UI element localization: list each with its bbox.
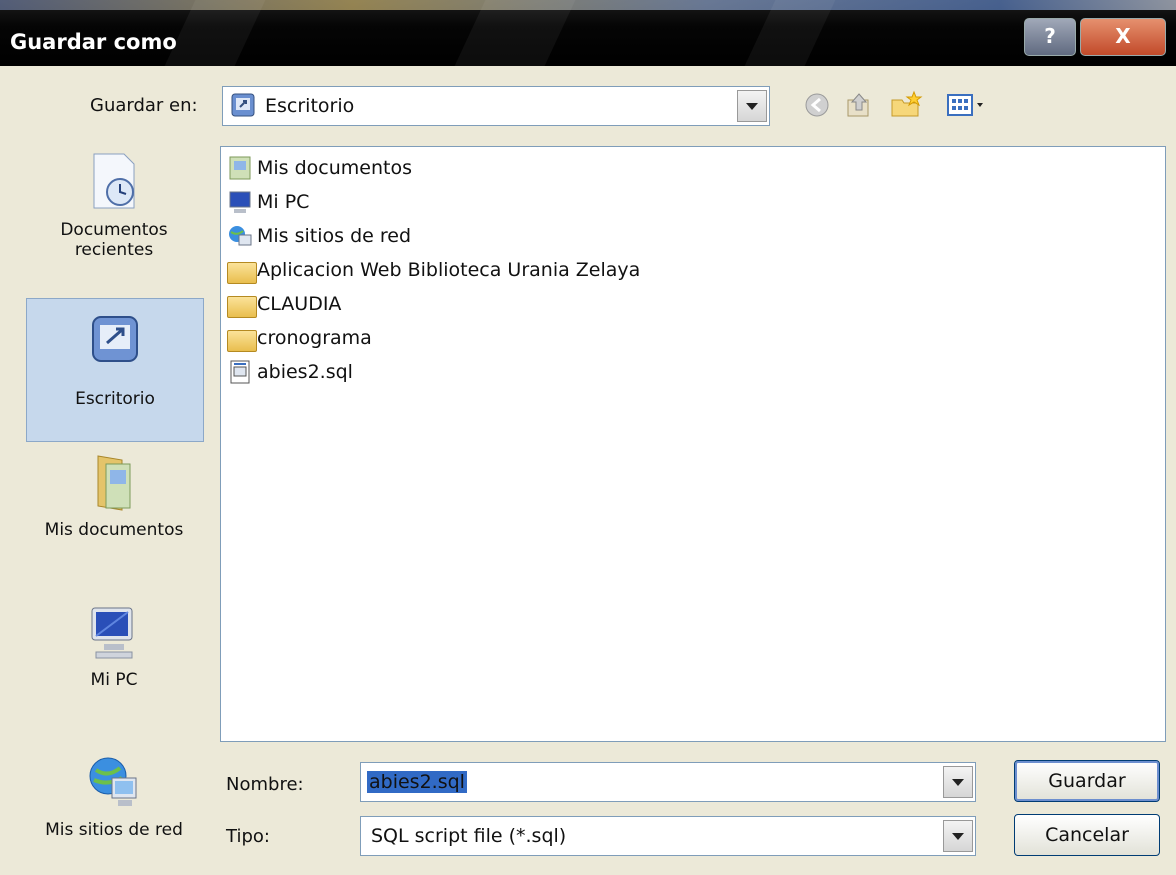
file-name: abies2.sql: [257, 361, 353, 383]
file-name: cronograma: [257, 327, 372, 349]
new-folder-icon[interactable]: [890, 90, 923, 120]
folder-icon: [227, 257, 257, 284]
list-item[interactable]: abies2.sql: [227, 355, 353, 389]
my-computer-icon: [86, 600, 142, 664]
close-button[interactable]: X: [1080, 18, 1166, 56]
up-folder-icon[interactable]: [844, 90, 874, 120]
places-bar: Documentos recientes Escritorio Mis docu…: [26, 150, 204, 870]
filetype-select[interactable]: SQL script file (*.sql): [360, 816, 976, 856]
save-in-value: Escritorio: [265, 95, 355, 117]
file-name: Mi PC: [257, 191, 310, 213]
views-menu-icon[interactable]: [944, 90, 988, 120]
desktop-icon: [87, 311, 143, 375]
filename-input[interactable]: abies2.sql: [360, 762, 976, 802]
save-as-dialog: Guardar como ? X Guardar en: Escritorio …: [0, 0, 1176, 875]
place-label: Documentos recientes: [60, 220, 168, 260]
sql-file-icon: [227, 359, 255, 385]
filename-dropdown-button[interactable]: [943, 766, 973, 798]
desktop-icon: [231, 93, 255, 117]
filetype-dropdown-button[interactable]: [943, 820, 973, 852]
list-item[interactable]: Aplicacion Web Biblioteca Urania Zelaya: [227, 253, 640, 287]
place-label: Mis documentos: [44, 520, 184, 540]
place-desktop[interactable]: Escritorio: [26, 298, 204, 442]
save-button[interactable]: Guardar: [1014, 760, 1160, 802]
save-in-dropdown-button[interactable]: [737, 90, 767, 122]
file-name: Aplicacion Web Biblioteca Urania Zelaya: [257, 259, 641, 281]
place-my-documents[interactable]: Mis documentos: [26, 450, 202, 570]
list-item[interactable]: Mis documentos: [227, 151, 412, 185]
file-name: CLAUDIA: [257, 293, 342, 315]
list-item[interactable]: Mi PC: [227, 185, 309, 219]
save-in-combo[interactable]: Escritorio: [222, 86, 770, 126]
filetype-value: SQL script file (*.sql): [371, 825, 567, 847]
place-label: Mi PC: [90, 670, 138, 690]
file-list[interactable]: Mis documentos Mi PC Mis sitios de red A…: [220, 146, 1166, 742]
file-name: Mis sitios de red: [257, 225, 412, 247]
list-item[interactable]: Mis sitios de red: [227, 219, 411, 253]
filename-label: Nombre:: [226, 774, 304, 795]
network-places-icon: [86, 750, 142, 814]
title-bar[interactable]: Guardar como ? X: [0, 0, 1176, 66]
place-my-computer[interactable]: Mi PC: [26, 600, 202, 720]
save-in-label: Guardar en:: [90, 95, 198, 116]
place-network-places[interactable]: Mis sitios de red: [26, 750, 202, 860]
filename-value: abies2.sql: [367, 771, 467, 793]
recent-documents-icon: [86, 150, 142, 214]
help-button[interactable]: ?: [1024, 18, 1076, 56]
place-label: Mis sitios de red: [45, 820, 183, 840]
place-label: Escritorio: [75, 389, 155, 409]
network-places-icon: [227, 223, 255, 249]
back-icon[interactable]: [802, 90, 832, 120]
folder-icon: [227, 325, 257, 352]
background-strip: [0, 0, 1176, 10]
my-documents-icon: [86, 450, 142, 514]
window-title: Guardar como: [10, 30, 177, 54]
place-recent-documents[interactable]: Documentos recientes: [26, 150, 202, 290]
my-computer-icon: [227, 189, 255, 215]
folder-icon: [227, 291, 257, 318]
file-name: Mis documentos: [257, 157, 412, 179]
list-item[interactable]: CLAUDIA: [227, 287, 341, 321]
cancel-button[interactable]: Cancelar: [1014, 814, 1160, 856]
my-documents-icon: [227, 155, 255, 181]
filetype-label: Tipo:: [226, 826, 270, 847]
list-item[interactable]: cronograma: [227, 321, 372, 355]
